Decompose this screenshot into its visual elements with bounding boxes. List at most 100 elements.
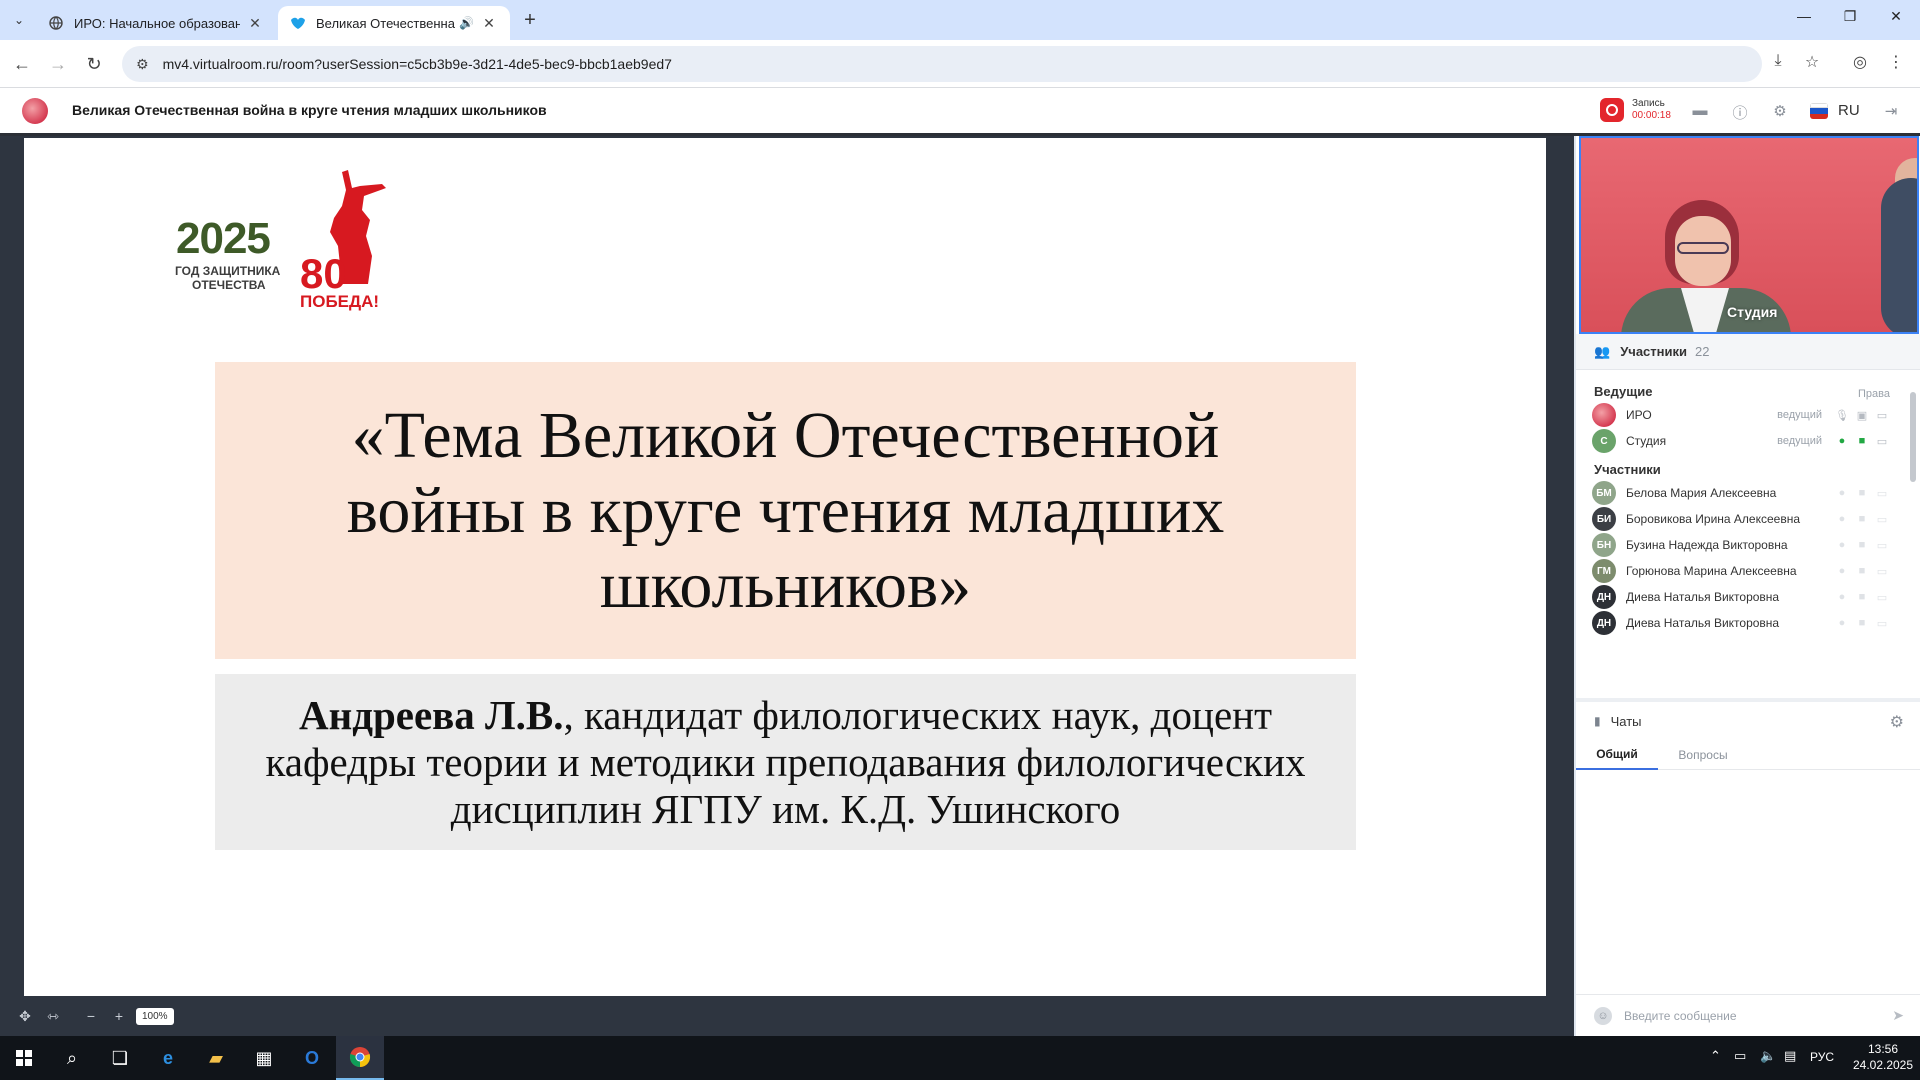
chats-header[interactable]: ▮ Чаты ⚙ bbox=[1576, 698, 1920, 740]
mic-icon[interactable]: ● bbox=[1832, 487, 1852, 499]
back-arrow-icon[interactable]: ← bbox=[10, 52, 34, 76]
tab-general[interactable]: Общий bbox=[1576, 740, 1658, 770]
participants-header[interactable]: 👥 Участники 22 bbox=[1576, 334, 1920, 370]
restore-icon[interactable]: ❐ bbox=[1830, 8, 1870, 25]
store-icon[interactable]: ▦ bbox=[240, 1036, 288, 1080]
reload-icon[interactable]: ↻ bbox=[82, 52, 106, 76]
list-item[interactable]: ИРО ведущий 🎙 ▣ ▭ bbox=[1592, 402, 1892, 428]
camera-icon[interactable]: ■ bbox=[1852, 565, 1872, 577]
camera-icon[interactable]: ■ bbox=[1852, 617, 1872, 629]
outlook-icon[interactable]: O bbox=[288, 1036, 336, 1080]
chrome-icon[interactable] bbox=[336, 1036, 384, 1080]
emoji-icon[interactable]: ☺ bbox=[1594, 1006, 1612, 1025]
task-view-icon[interactable]: ❏ bbox=[96, 1036, 144, 1080]
mic-icon[interactable]: ● bbox=[1832, 513, 1852, 525]
screen-icon[interactable]: ▭ bbox=[1872, 591, 1892, 604]
participant-name: Диева Наталья Викторовна bbox=[1626, 590, 1780, 604]
russian-flag-icon[interactable] bbox=[1810, 103, 1828, 119]
tab-search-chevron-icon[interactable]: ⌄ bbox=[6, 8, 32, 32]
logo-pobeda: ПОБЕДА! bbox=[300, 292, 380, 311]
tab-title: ИРО: Начальное образование bbox=[74, 15, 240, 31]
list-item[interactable]: БМ Белова Мария Алексеевна ● ■ ▭ bbox=[1592, 480, 1892, 506]
screen-icon[interactable]: ▭ bbox=[1872, 513, 1892, 526]
list-item[interactable]: ДН Диева Наталья Викторовна ● ■ ▭ bbox=[1592, 610, 1892, 636]
list-item[interactable]: ДН Диева Наталья Викторовна ● ■ ▭ bbox=[1592, 584, 1892, 610]
info-icon[interactable]: ⓘ bbox=[1729, 102, 1751, 122]
edge-browser-icon[interactable]: e bbox=[144, 1036, 192, 1080]
tab-close-icon[interactable]: ✕ bbox=[246, 15, 264, 32]
screen-icon[interactable]: ▭ bbox=[1872, 539, 1892, 552]
notification-icon[interactable]: ▤ bbox=[1784, 1048, 1796, 1064]
slide-author: Андреева Л.В., кандидат филологических н… bbox=[246, 692, 1326, 833]
tab-iro[interactable]: ИРО: Начальное образование ✕ bbox=[36, 6, 276, 40]
volume-icon[interactable]: 🔈 bbox=[1760, 1048, 1776, 1064]
screen-icon[interactable]: ▭ bbox=[1872, 565, 1892, 578]
bookmark-star-icon[interactable]: ☆ bbox=[1800, 52, 1824, 72]
record-icon bbox=[1600, 98, 1624, 122]
screen-share-icon[interactable]: ▭ bbox=[1872, 435, 1892, 448]
chats-title: Чаты bbox=[1610, 713, 1642, 729]
list-item[interactable]: БИ Боровикова Ирина Алексеевна ● ■ ▭ bbox=[1592, 506, 1892, 532]
language-selector[interactable]: RU bbox=[1838, 102, 1860, 119]
list-item[interactable]: ГМ Горюнова Марина Алексеевна ● ■ ▭ bbox=[1592, 558, 1892, 584]
mic-icon[interactable]: ● bbox=[1832, 591, 1852, 603]
chat-message-input[interactable]: ☺ Введите сообщение ➤ bbox=[1576, 994, 1920, 1036]
mic-on-icon[interactable]: ● bbox=[1832, 435, 1852, 447]
folder-icon[interactable]: ▬ bbox=[1689, 102, 1711, 122]
tray-chevron-icon[interactable]: ⌃ bbox=[1710, 1048, 1721, 1064]
system-clock[interactable]: 13:56 24.02.2025 bbox=[1848, 1041, 1918, 1073]
camera-icon[interactable]: ■ bbox=[1852, 539, 1872, 551]
screen-icon[interactable]: ▭ bbox=[1872, 617, 1892, 630]
fit-width-icon[interactable]: ⇿ bbox=[42, 1006, 64, 1026]
minimize-icon[interactable]: — bbox=[1784, 8, 1824, 24]
chat-bubble-icon: ▮ bbox=[1594, 714, 1601, 728]
mic-icon[interactable]: ● bbox=[1832, 565, 1852, 577]
list-item[interactable]: БН Бузина Надежда Викторовна ● ■ ▭ bbox=[1592, 532, 1892, 558]
url-omnibox[interactable]: ⚙ mv4.virtualroom.ru/room?userSession=c5… bbox=[122, 46, 1762, 82]
participant-name: Диева Наталья Викторовна bbox=[1626, 616, 1780, 630]
network-icon[interactable]: ▭ bbox=[1734, 1048, 1746, 1064]
record-indicator[interactable]: Запись 00:00:18 bbox=[1600, 98, 1671, 122]
participants-scrollbar[interactable] bbox=[1910, 378, 1916, 698]
avatar: С bbox=[1592, 429, 1616, 453]
video-tile[interactable]: Студия bbox=[1579, 136, 1919, 334]
search-icon[interactable]: ⌕ bbox=[48, 1036, 96, 1080]
zoom-in-icon[interactable]: + bbox=[108, 1006, 130, 1026]
mic-off-icon[interactable]: 🎙 bbox=[1832, 409, 1852, 422]
camera-on-icon[interactable]: ■ bbox=[1852, 435, 1872, 447]
settings-gear-icon[interactable]: ⚙ bbox=[1769, 102, 1791, 122]
tab-virtualroom[interactable]: Великая Отечественная во 🔊 ✕ bbox=[278, 6, 510, 40]
avatar: БН bbox=[1592, 533, 1616, 557]
close-window-icon[interactable]: ✕ bbox=[1876, 8, 1916, 25]
speaker-icon[interactable]: 🔊 bbox=[459, 16, 474, 30]
new-tab-plus-icon[interactable]: + bbox=[518, 8, 542, 32]
logo-80: 80 bbox=[300, 250, 347, 297]
tab-questions[interactable]: Вопросы bbox=[1658, 740, 1748, 770]
rights-label[interactable]: Права bbox=[1858, 388, 1890, 400]
exit-room-icon[interactable]: ⇥ bbox=[1880, 102, 1902, 122]
participant-name: Горюнова Марина Алексеевна bbox=[1626, 564, 1797, 578]
mic-icon[interactable]: ● bbox=[1832, 539, 1852, 551]
camera-icon[interactable]: ■ bbox=[1852, 513, 1872, 525]
site-info-icon[interactable]: ⚙ bbox=[136, 56, 149, 73]
send-icon[interactable]: ➤ bbox=[1892, 1007, 1904, 1024]
input-language[interactable]: РУС bbox=[1810, 1050, 1834, 1064]
windows-start-icon[interactable] bbox=[0, 1036, 48, 1080]
screen-icon[interactable]: ▭ bbox=[1872, 487, 1892, 500]
zoom-level[interactable]: 100% bbox=[136, 1007, 174, 1025]
chat-settings-gear-icon[interactable]: ⚙ bbox=[1890, 712, 1904, 732]
move-tool-icon[interactable]: ✥ bbox=[14, 1006, 36, 1026]
list-item[interactable]: С Студия ведущий ● ■ ▭ bbox=[1592, 428, 1892, 454]
zoom-out-icon[interactable]: − bbox=[80, 1006, 102, 1026]
camera-icon[interactable]: ■ bbox=[1852, 591, 1872, 603]
profile-icon[interactable]: ◎ bbox=[1848, 52, 1872, 72]
file-explorer-icon[interactable]: ▰ bbox=[192, 1036, 240, 1080]
mic-icon[interactable]: ● bbox=[1832, 617, 1852, 629]
screen-share-icon[interactable]: ▭ bbox=[1872, 409, 1892, 422]
install-app-icon[interactable]: ⤓ bbox=[1766, 52, 1790, 70]
forward-arrow-icon[interactable]: → bbox=[46, 52, 70, 76]
camera-off-icon[interactable]: ▣ bbox=[1852, 409, 1872, 422]
camera-icon[interactable]: ■ bbox=[1852, 487, 1872, 499]
kebab-menu-icon[interactable]: ⋮ bbox=[1884, 52, 1908, 72]
tab-close-icon[interactable]: ✕ bbox=[480, 15, 498, 32]
